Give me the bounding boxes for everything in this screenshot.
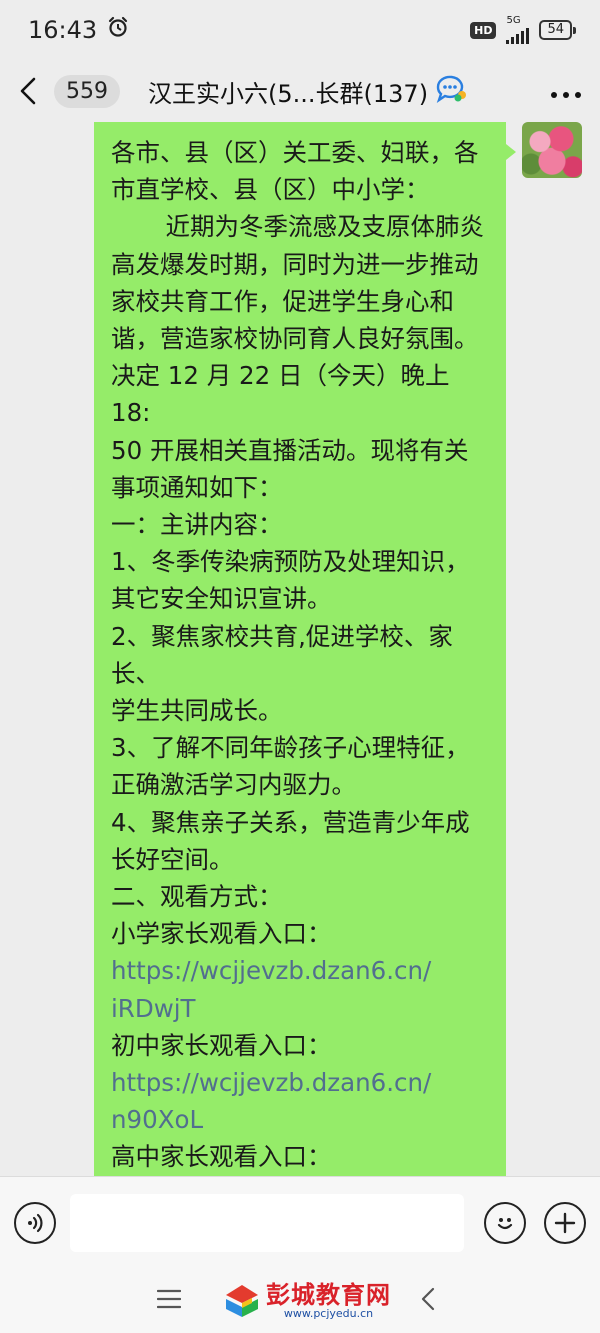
status-right: HD 5G 54 <box>470 15 576 44</box>
status-time: 16:43 <box>28 16 98 44</box>
message-link[interactable]: n90XoL <box>111 1101 490 1138</box>
message-line: 高发爆发时期，同时为进一步推动 <box>111 249 479 279</box>
emoji-icon[interactable] <box>484 1201 526 1244</box>
watermark-url: www.pcjyedu.cn <box>283 1307 374 1320</box>
chat-area[interactable]: 各市、县（区）关工委、妇联，各 市直学校、县（区）中小学： 近期为冬季流感及支原体… <box>0 122 600 1176</box>
more-icon[interactable] <box>550 76 582 106</box>
nav-menu-icon[interactable] <box>156 1288 182 1314</box>
message-line: 谐，营造家校协同育人良好氛围。 <box>111 324 479 354</box>
back-chevron-icon[interactable] <box>18 71 48 111</box>
message-line: 2、聚焦家校共育,促进学校、家长、 <box>111 621 453 688</box>
message-line: 一：主讲内容： <box>111 510 283 540</box>
message-line: 二、观看方式： <box>111 882 283 912</box>
message-link[interactable]: https://wcjjevzb.dzan6.cn/ <box>111 952 490 989</box>
message-input[interactable] <box>70 1193 464 1252</box>
message-line: 长好空间。 <box>111 844 234 874</box>
message-line: 学生共同成长。 <box>111 696 283 726</box>
nav-back-icon[interactable] <box>420 1286 436 1316</box>
watermark: 彭城教育网 www.pcjyedu.cn <box>222 1274 400 1328</box>
network-label: 5G <box>506 15 521 26</box>
status-bar: 16:43 HD 5G 54 <box>0 0 600 60</box>
message-line: 其它安全知识宣讲。 <box>111 584 332 614</box>
system-nav-bar: 彭城教育网 www.pcjyedu.cn <box>0 1268 600 1333</box>
watermark-name: 彭城教育网 <box>266 1281 391 1309</box>
message-link[interactable]: https://wcjjevzb.dzan6.cn/ <box>111 1064 490 1101</box>
unread-badge[interactable]: 559 <box>54 74 120 108</box>
avatar[interactable] <box>522 122 582 178</box>
watermark-logo-icon <box>222 1281 262 1321</box>
alarm-icon <box>107 16 129 44</box>
message-line: 3、了解不同年龄孩子心理特征， <box>111 733 470 763</box>
chat-header: 559 汉王实小六(5...长群(137) <box>0 60 600 122</box>
message-line: 事项通知如下： <box>111 472 283 502</box>
message-line: 50 开展相关直播活动。现将有关 <box>111 435 469 465</box>
message-link[interactable]: iRDwjT <box>111 990 490 1027</box>
message-line: 4、聚焦亲子关系，营造青少年成 <box>111 807 470 837</box>
input-bar <box>0 1176 600 1268</box>
message-line: 各市、县（区）关工委、妇联，各 <box>111 138 479 167</box>
message-line: 家校共育工作，促进学生身心和 <box>111 286 454 316</box>
plus-icon[interactable] <box>544 1201 586 1244</box>
hd-badge: HD <box>470 21 497 39</box>
status-left: 16:43 <box>28 16 129 44</box>
group-chat-icon <box>434 74 468 108</box>
message-line: 市直学校、县（区）中小学： <box>111 175 430 205</box>
bubble-tail <box>506 144 516 160</box>
message-line: 初中家长观看入口： <box>111 1030 332 1060</box>
message-bubble[interactable]: 各市、县（区）关工委、妇联，各 市直学校、县（区）中小学： 近期为冬季流感及支原体… <box>94 122 506 1176</box>
chat-title[interactable]: 汉王实小六(5...长群(137) <box>148 74 428 109</box>
voice-icon[interactable] <box>14 1201 56 1244</box>
signal-icon <box>506 26 530 44</box>
message-line: 近期为冬季流感及支原体肺炎 <box>111 212 485 242</box>
network-indicator: 5G <box>506 15 530 44</box>
battery-icon: 54 <box>539 20 576 40</box>
message-line: 高中家长观看入口： <box>111 1142 332 1172</box>
battery-level: 54 <box>547 22 564 37</box>
watermark-text: 彭城教育网 www.pcjyedu.cn <box>266 1282 391 1320</box>
message-line: 决定 12 月 22 日（今天）晚上 18: <box>111 361 458 428</box>
message-line: 1、冬季传染病预防及处理知识， <box>111 547 470 577</box>
message-line: 小学家长观看入口： <box>111 919 332 949</box>
message-line: 正确激活学习内驱力。 <box>111 770 356 800</box>
